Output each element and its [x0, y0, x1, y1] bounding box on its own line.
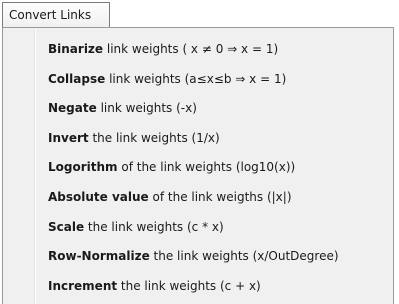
menu-item-negate[interactable]: Negate link weights (-x)	[3, 96, 393, 126]
menu-item-keyword: Collapse	[48, 71, 106, 86]
menu-item-description: the link weights (c + x)	[117, 278, 261, 293]
menu-item-keyword: Increment	[48, 278, 118, 293]
menu-item-invert[interactable]: Invert the link weights (1/x)	[3, 126, 393, 156]
menu-item-list: Binarize link weights ( x ≠ 0 ⇒ x = 1) C…	[3, 37, 393, 303]
menu-item-collapse[interactable]: Collapse link weights (a≤x≤b ⇒ x = 1)	[3, 67, 393, 97]
menu-item-keyword: Absolute value	[48, 189, 149, 204]
menu-item-keyword: Logorithm	[48, 160, 118, 175]
menu-item-logorithm[interactable]: Logorithm of the link weights (log10(x))	[3, 155, 393, 185]
menu-item-description: the link weights (1/x)	[88, 130, 220, 145]
menu-item-description: of the link weigths (|x|)	[148, 189, 292, 204]
menu-item-scale[interactable]: Scale the link weights (c * x)	[3, 215, 393, 245]
menu-item-keyword: Row-Normalize	[48, 249, 150, 264]
menu-item-increment[interactable]: Increment the link weights (c + x)	[3, 274, 393, 304]
menu-item-keyword: Invert	[48, 130, 89, 145]
menu-item-description: link weights (-x)	[96, 101, 197, 116]
menu-title: Convert Links	[9, 8, 92, 22]
menu-item-description: link weights ( x ≠ 0 ⇒ x = 1)	[103, 42, 279, 56]
menu-item-description: the link weights (x/OutDegree)	[149, 249, 339, 264]
menu-item-keyword: Scale	[48, 219, 85, 234]
menu-item-absolute-value[interactable]: Absolute value of the link weigths (|x|)	[3, 185, 393, 215]
menu-item-keyword: Negate	[48, 101, 97, 116]
convert-links-menu-button[interactable]: Convert Links	[2, 2, 110, 28]
menu-item-binarize[interactable]: Binarize link weights ( x ≠ 0 ⇒ x = 1)	[3, 37, 393, 67]
convert-links-dropdown: Binarize link weights ( x ≠ 0 ⇒ x = 1) C…	[2, 27, 394, 304]
menu-item-row-normalize[interactable]: Row-Normalize the link weights (x/OutDeg…	[3, 244, 393, 274]
menu-item-description: of the link weights (log10(x))	[117, 160, 296, 175]
menu-item-keyword: Binarize	[48, 42, 104, 56]
menu-item-description: link weights (a≤x≤b ⇒ x = 1)	[105, 71, 287, 86]
menu-item-description: the link weights (c * x)	[84, 219, 224, 234]
